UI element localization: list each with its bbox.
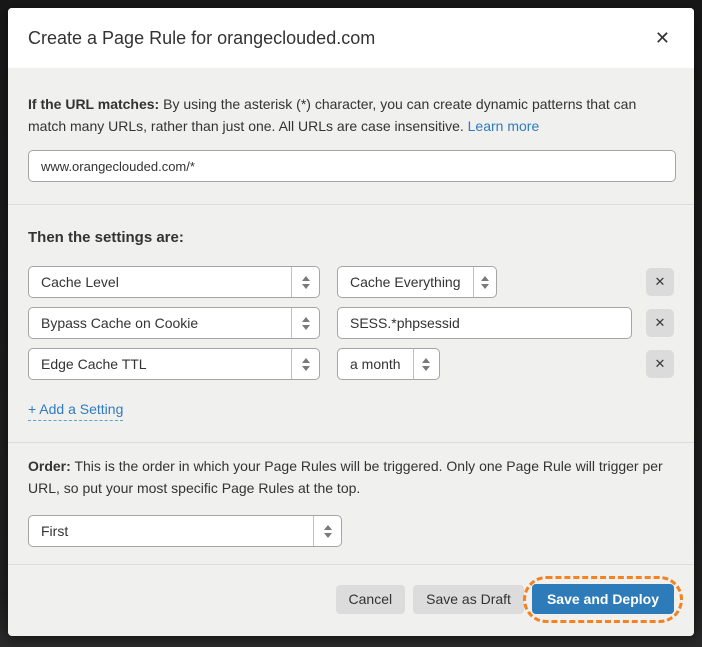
learn-more-link[interactable]: Learn more xyxy=(468,118,540,134)
select-arrows-icon xyxy=(291,267,319,297)
order-section: Order: This is the order in which your P… xyxy=(8,442,694,564)
setting-select-edge-cache-ttl[interactable]: Edge Cache TTL xyxy=(28,348,320,380)
cancel-button[interactable]: Cancel xyxy=(336,585,406,614)
modal-header: Create a Page Rule for orangeclouded.com… xyxy=(8,8,694,68)
value-select-cache-everything[interactable]: Cache Everything xyxy=(337,266,497,298)
url-match-section: If the URL matches: By using the asteris… xyxy=(8,68,694,204)
setting-select-cache-level[interactable]: Cache Level xyxy=(28,266,320,298)
remove-setting-icon[interactable]: ✕ xyxy=(646,309,674,337)
remove-setting-icon[interactable]: ✕ xyxy=(646,350,674,378)
settings-label: Then the settings are: xyxy=(28,229,674,246)
save-and-deploy-wrapper: Save and Deploy xyxy=(532,584,674,614)
settings-section: Then the settings are: Cache Level Cache… xyxy=(8,204,694,442)
url-match-label: If the URL matches: xyxy=(28,96,159,112)
url-match-description: If the URL matches: By using the asteris… xyxy=(28,93,674,137)
page-title: Create a Page Rule for orangeclouded.com xyxy=(28,28,375,49)
setting-select-bypass-cache[interactable]: Bypass Cache on Cookie xyxy=(28,307,320,339)
select-arrows-icon xyxy=(473,267,496,297)
setting-row-cache-level: Cache Level Cache Everything ✕ xyxy=(28,266,674,298)
close-icon[interactable]: ✕ xyxy=(653,27,672,49)
order-label: Order: xyxy=(28,458,71,474)
select-arrows-icon xyxy=(313,516,341,546)
save-and-deploy-button[interactable]: Save and Deploy xyxy=(532,584,674,614)
select-arrows-icon xyxy=(291,349,319,379)
modal-footer: Cancel Save as Draft Save and Deploy xyxy=(8,564,694,633)
select-arrows-icon xyxy=(291,308,319,338)
order-select[interactable]: First xyxy=(28,515,342,547)
add-setting-link[interactable]: + Add a Setting xyxy=(28,401,123,421)
setting-row-bypass-cache: Bypass Cache on Cookie ✕ xyxy=(28,307,674,339)
save-as-draft-button[interactable]: Save as Draft xyxy=(413,585,524,614)
setting-row-edge-cache-ttl: Edge Cache TTL a month ✕ xyxy=(28,348,674,380)
value-select-ttl-duration[interactable]: a month xyxy=(337,348,440,380)
select-arrows-icon xyxy=(413,349,439,379)
cookie-pattern-input[interactable] xyxy=(337,307,632,339)
remove-setting-icon[interactable]: ✕ xyxy=(646,268,674,296)
url-pattern-input[interactable] xyxy=(28,150,676,182)
create-page-rule-modal: Create a Page Rule for orangeclouded.com… xyxy=(8,8,694,636)
order-description: Order: This is the order in which your P… xyxy=(28,455,674,499)
settings-rows: Cache Level Cache Everything ✕ Bypass Ca… xyxy=(28,266,674,380)
